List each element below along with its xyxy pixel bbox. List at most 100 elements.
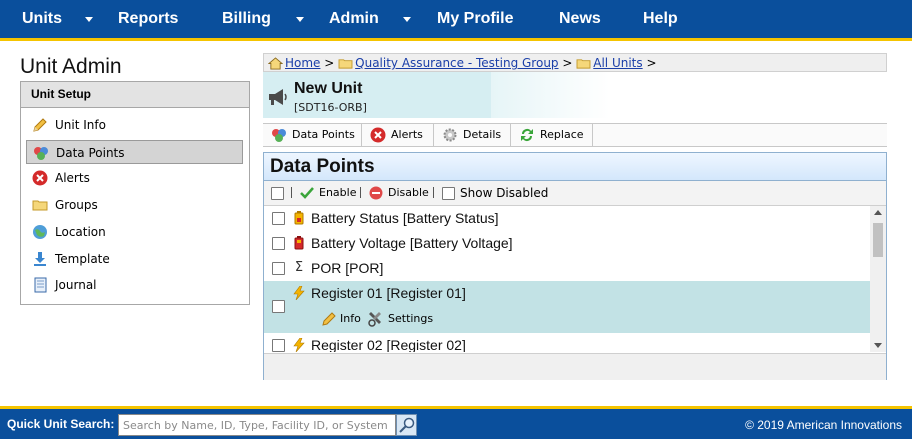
quick-search-input[interactable] [118,414,396,436]
sidebar-item-label: Alerts [55,171,90,185]
admin-dropdown-icon[interactable] [403,17,411,22]
alert-icon [370,127,386,143]
disable-label: Disable [388,186,429,199]
sidebar-item-label: Groups [55,198,98,212]
sidebar-item-unit-info[interactable]: Unit Info [26,113,243,137]
pencil-icon [322,312,336,326]
sidebar-item-label: Data Points [56,146,125,160]
show-disabled-label: Show Disabled [460,186,549,200]
data-points-icon [272,129,286,142]
toolbar-separator [360,187,361,198]
data-point-label: Register 02 [Register 02] [311,337,466,352]
unit-name: New Unit [294,80,363,97]
settings-button[interactable]: Settings [367,311,433,327]
sidebar-item-alerts[interactable]: Alerts [26,166,243,190]
show-disabled-checkbox[interactable] [442,187,455,200]
folder-icon [32,200,48,211]
nav-admin[interactable]: Admin [329,0,379,38]
data-point-label: Register 01 [Register 01] [311,285,466,301]
units-dropdown-icon[interactable] [85,17,93,22]
row-checkbox[interactable] [272,300,285,313]
checkmark-icon [300,187,314,199]
sidebar-item-label: Journal [55,278,97,292]
select-all-checkbox[interactable] [271,187,284,200]
replace-icon [521,129,533,141]
copyright-text: © 2019 American Innovations [745,418,902,432]
billing-dropdown-icon[interactable] [296,17,304,22]
breadcrumb: Home > Quality Assurance - Testing Group… [263,53,887,72]
journal-icon [34,277,47,293]
unit-header-fade [491,72,887,118]
nav-help[interactable]: Help [643,0,678,38]
row-checkbox[interactable] [272,339,285,352]
pencil-icon [33,118,47,132]
tab-label: Replace [540,128,584,141]
battery-voltage-icon [294,236,304,250]
list-item[interactable]: Battery Voltage [Battery Voltage] [264,231,870,256]
folder-icon [338,59,353,69]
breadcrumb-home-link[interactable]: Home [285,56,320,70]
breadcrumb-group-link[interactable]: Quality Assurance - Testing Group [355,56,558,70]
list-item[interactable]: Battery Status [Battery Status] [264,206,870,231]
quick-search-button[interactable] [396,414,417,436]
list-scrollbar[interactable] [870,206,886,352]
tab-data-points[interactable]: Data Points [263,124,362,146]
quick-search-label: Quick Unit Search: [7,417,115,431]
list-item[interactable]: Σ POR [POR] [264,256,870,281]
download-icon [34,252,46,266]
scroll-up-icon[interactable] [874,210,882,215]
row-checkbox[interactable] [272,262,285,275]
lightning-icon [293,286,305,300]
toolbar-separator [433,187,434,198]
data-points-title: Data Points [270,156,375,177]
scroll-down-icon[interactable] [874,343,882,348]
globe-icon [33,225,47,239]
nav-reports[interactable]: Reports [118,0,178,38]
data-point-label: POR [POR] [311,260,384,276]
disable-icon [369,186,383,200]
data-points-panel: Data Points Enable Disable Show Disabled… [263,152,887,380]
unit-id: [SDT16-ORB] [294,101,367,114]
sidebar-item-template[interactable]: Template [26,247,243,271]
data-point-label: Battery Status [Battery Status] [311,210,499,226]
sidebar-item-groups[interactable]: Groups [26,193,243,217]
nav-billing[interactable]: Billing [222,0,271,38]
toolbar-separator [291,187,292,198]
sidebar-item-data-points[interactable]: Data Points [26,140,243,164]
tools-icon [368,312,381,327]
data-points-toolbar: Enable Disable Show Disabled [264,181,886,206]
list-item[interactable]: Register 02 [Register 02] [264,333,870,352]
nav-my-profile[interactable]: My Profile [437,0,513,38]
unit-setup-header: Unit Setup [21,82,249,108]
info-label: Info [340,312,361,325]
search-icon [399,417,415,433]
sidebar-item-journal[interactable]: Journal [26,273,243,297]
list-item-selected[interactable]: Register 01 [Register 01] Info Settings [264,281,870,333]
row-checkbox[interactable] [272,237,285,250]
tab-replace[interactable]: Replace [511,124,593,146]
sidebar-item-label: Template [55,252,110,266]
sigma-icon: Σ [294,260,304,275]
nav-news[interactable]: News [559,0,601,38]
tab-alerts[interactable]: Alerts [362,124,434,146]
breadcrumb-separator: > [646,56,657,70]
scroll-thumb[interactable] [873,223,883,257]
data-point-label: Battery Voltage [Battery Voltage] [311,235,513,251]
nav-units[interactable]: Units [22,0,62,38]
breadcrumb-all-units-link[interactable]: All Units [593,56,642,70]
row-checkbox[interactable] [272,212,285,225]
breadcrumb-separator: > [324,56,335,70]
enable-label: Enable [319,186,357,199]
sidebar-item-label: Location [55,225,106,239]
settings-label: Settings [388,312,434,325]
bottom-bar: Quick Unit Search: © 2019 American Innov… [0,406,912,439]
battery-status-icon [294,211,304,225]
tab-details[interactable]: Details [434,124,511,146]
unit-tabs: Data Points Alerts Details Replace [263,123,887,147]
alert-icon [32,170,48,186]
sidebar-item-label: Unit Info [55,118,106,132]
sidebar-item-location[interactable]: Location [26,220,243,244]
gear-icon [443,128,457,142]
info-button[interactable]: Info [321,311,361,327]
folder-icon [576,59,591,69]
